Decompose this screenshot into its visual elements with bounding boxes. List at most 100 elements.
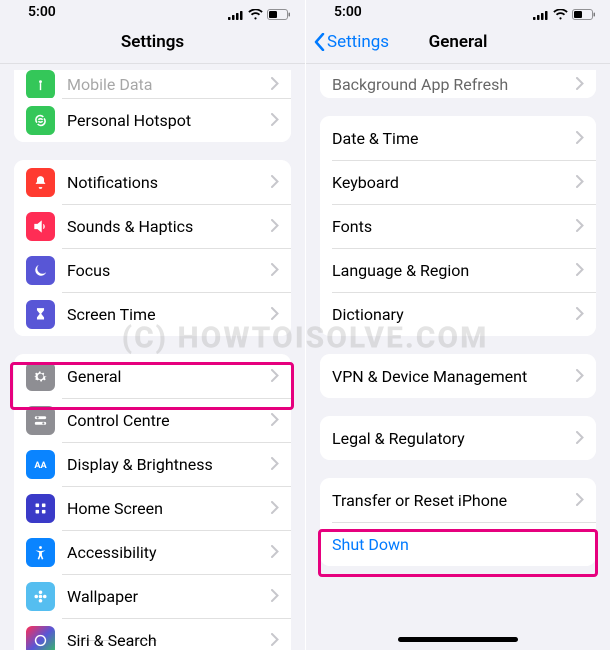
chevron-right-icon — [271, 261, 279, 280]
chevron-right-icon — [576, 429, 584, 448]
chevron-right-icon — [271, 111, 279, 130]
row-label: Accessibility — [67, 543, 271, 562]
row-label: Fonts — [332, 217, 576, 236]
chevron-right-icon — [271, 587, 279, 606]
row-label: Display & Brightness — [67, 455, 271, 474]
row-personal-hotspot[interactable]: Personal Hotspot — [14, 98, 291, 142]
row-wallpaper[interactable]: Wallpaper — [14, 574, 291, 618]
row-siri[interactable]: Siri & Search — [14, 618, 291, 650]
row-vpn[interactable]: VPN & Device Management — [320, 354, 596, 398]
row-display[interactable]: AA Display & Brightness — [14, 442, 291, 486]
row-label: Language & Region — [332, 261, 576, 280]
row-keyboard[interactable]: Keyboard — [320, 160, 596, 204]
home-indicator[interactable] — [398, 637, 518, 642]
signal-icon — [533, 10, 549, 20]
chevron-right-icon — [576, 173, 584, 192]
chevron-right-icon — [576, 491, 584, 510]
general-group-3: Legal & Regulatory — [320, 416, 596, 460]
aa-icon: AA — [26, 450, 55, 479]
wifi-icon — [248, 9, 263, 20]
chevron-right-icon — [271, 173, 279, 192]
chevron-right-icon — [576, 217, 584, 236]
link-icon — [26, 106, 55, 135]
general-group-1: Date & Time Keyboard Fonts Language & Re… — [320, 116, 596, 336]
svg-text:AA: AA — [34, 460, 47, 471]
row-dictionary[interactable]: Dictionary — [320, 292, 596, 336]
switches-icon — [26, 406, 55, 435]
settings-group-notifications: Notifications Sounds & Haptics Focus Scr… — [14, 160, 291, 336]
chevron-right-icon — [271, 543, 279, 562]
back-label: Settings — [327, 32, 389, 52]
row-language[interactable]: Language & Region — [320, 248, 596, 292]
row-legal[interactable]: Legal & Regulatory — [320, 416, 596, 460]
general-screen: 5:00 Settings General Background App Ref… — [305, 0, 610, 650]
row-label: VPN & Device Management — [332, 367, 576, 386]
status-time: 5:00 — [334, 4, 362, 20]
navbar: Settings — [0, 20, 305, 64]
row-label: Keyboard — [332, 173, 576, 192]
general-list[interactable]: Background App Refresh Date & Time Keybo… — [306, 64, 610, 650]
row-label: Focus — [67, 261, 271, 280]
chevron-right-icon — [271, 631, 279, 650]
general-group-2: VPN & Device Management — [320, 354, 596, 398]
hourglass-icon — [26, 300, 55, 329]
settings-screen: 5:00 Settings Mobile Data Personal Hotsp… — [0, 0, 305, 650]
bell-icon — [26, 168, 55, 197]
row-accessibility[interactable]: Accessibility — [14, 530, 291, 574]
row-label: Shut Down — [332, 535, 584, 554]
settings-list[interactable]: Mobile Data Personal Hotspot Notificatio… — [0, 64, 305, 650]
back-button[interactable]: Settings — [314, 20, 389, 63]
row-focus[interactable]: Focus — [14, 248, 291, 292]
grid-icon — [26, 494, 55, 523]
row-label: Mobile Data — [67, 75, 271, 94]
row-label: Control Centre — [67, 411, 271, 430]
page-title: Settings — [121, 32, 184, 52]
general-group-4: Transfer or Reset iPhone Shut Down — [320, 478, 596, 566]
row-label: Dictionary — [332, 305, 576, 324]
row-label: Home Screen — [67, 499, 271, 518]
chevron-right-icon — [271, 455, 279, 474]
chevron-right-icon — [576, 129, 584, 148]
row-transfer-reset[interactable]: Transfer or Reset iPhone — [320, 478, 596, 522]
statusbar: 5:00 — [0, 0, 305, 20]
settings-group-partial: Mobile Data Personal Hotspot — [14, 70, 291, 142]
chevron-right-icon — [271, 367, 279, 386]
chevron-right-icon — [271, 75, 279, 94]
row-control-centre[interactable]: Control Centre — [14, 398, 291, 442]
chevron-right-icon — [271, 499, 279, 518]
row-label: Notifications — [67, 173, 271, 192]
chevron-right-icon — [271, 305, 279, 324]
row-background-refresh[interactable]: Background App Refresh — [320, 70, 596, 98]
row-notifications[interactable]: Notifications — [14, 160, 291, 204]
signal-icon — [228, 10, 244, 20]
status-time: 5:00 — [28, 4, 56, 20]
row-label: General — [67, 367, 271, 386]
row-fonts[interactable]: Fonts — [320, 204, 596, 248]
status-indicators — [228, 9, 291, 20]
row-general[interactable]: General — [14, 354, 291, 398]
row-home-screen[interactable]: Home Screen — [14, 486, 291, 530]
chevron-right-icon — [576, 261, 584, 280]
statusbar: 5:00 — [306, 0, 610, 20]
flower-icon — [26, 582, 55, 611]
chevron-left-icon — [314, 33, 325, 51]
row-date-time[interactable]: Date & Time — [320, 116, 596, 160]
row-label: Background App Refresh — [332, 75, 576, 94]
chevron-right-icon — [576, 305, 584, 324]
chevron-right-icon — [271, 217, 279, 236]
row-label: Screen Time — [67, 305, 271, 324]
person-icon — [26, 538, 55, 567]
wifi-icon — [553, 9, 568, 20]
row-label: Sounds & Haptics — [67, 217, 271, 236]
battery-icon — [267, 9, 291, 20]
row-mobile-data[interactable]: Mobile Data — [14, 70, 291, 98]
general-group-partial: Background App Refresh — [320, 70, 596, 98]
navbar: Settings General — [306, 20, 610, 64]
settings-group-general: General Control Centre AA Display & Brig… — [14, 354, 291, 650]
row-label: Legal & Regulatory — [332, 429, 576, 448]
speaker-icon — [26, 212, 55, 241]
row-shut-down[interactable]: Shut Down — [320, 522, 596, 566]
row-sounds[interactable]: Sounds & Haptics — [14, 204, 291, 248]
row-screen-time[interactable]: Screen Time — [14, 292, 291, 336]
moon-icon — [26, 256, 55, 285]
